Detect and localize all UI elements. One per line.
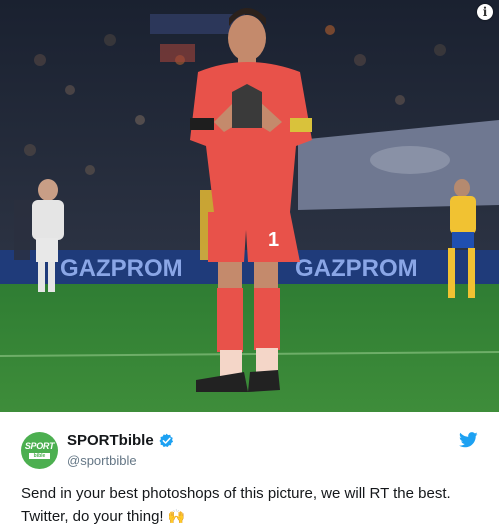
avatar-text-bottom: bible [29, 453, 50, 459]
svg-text:GAZPROM: GAZPROM [295, 255, 418, 282]
account-name[interactable]: SPORTbible [67, 432, 154, 449]
shirt-number: 1 [268, 229, 279, 251]
account-name-row: SPORTbible [67, 432, 174, 449]
tweet-text-content: Send in your best photoshops of this pic… [21, 485, 451, 525]
tweet-body: SPORT bible SPORTbible @sportbible Send … [0, 412, 499, 531]
ad-board-text: GAZPROM [60, 255, 183, 282]
raised-hands-emoji: 🙌 [167, 509, 186, 525]
twitter-bird-icon[interactable] [459, 432, 478, 448]
avatar-text-top: SPORT [24, 441, 55, 451]
photo-illustration: GAZPROM GAZPROM 1 [0, 0, 499, 412]
verified-badge-icon [159, 433, 173, 448]
tweet-photo[interactable]: GAZPROM GAZPROM 1 i [0, 0, 499, 412]
account-handle[interactable]: @sportbible [67, 453, 137, 468]
tweet-text: Send in your best photoshops of this pic… [21, 482, 481, 529]
tweet-card: GAZPROM GAZPROM 1 i SPORT bible SPORTbib… [0, 0, 499, 531]
account-avatar[interactable]: SPORT bible [21, 432, 58, 469]
info-icon[interactable]: i [477, 4, 493, 20]
